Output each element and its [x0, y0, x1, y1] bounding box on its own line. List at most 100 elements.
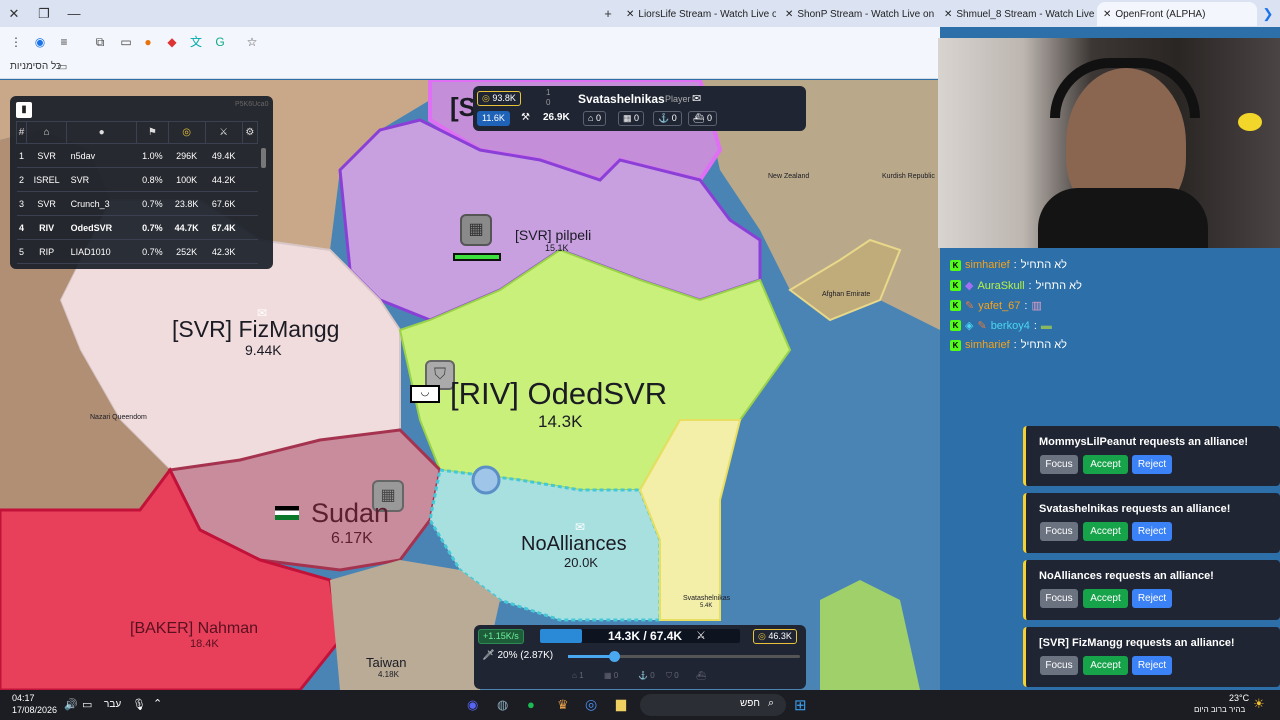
gold-header-icon[interactable]: ◎	[167, 121, 206, 144]
workers-icon: ⚒	[521, 112, 530, 123]
close-window-icon[interactable]: ✕	[4, 4, 24, 24]
map-troops-noalliances: 20.0K	[564, 555, 598, 570]
table-row[interactable]: 2 ISREL SVR 0.8% 100K 44.2K	[16, 167, 258, 192]
grammarly-icon[interactable]: G	[212, 34, 228, 50]
reject-button[interactable]: Reject	[1132, 455, 1172, 474]
media-icon[interactable]: ≡	[56, 34, 72, 50]
tray-expand-icon[interactable]: ⌃	[153, 697, 162, 710]
network-icon[interactable]: ▭	[82, 698, 92, 711]
message-icon[interactable]: ✉	[692, 92, 701, 105]
extensions-icon[interactable]: ⧉	[92, 34, 108, 50]
troop-bar-fill	[540, 629, 582, 643]
leaderboard-scrollbar[interactable]	[261, 148, 266, 168]
chrome-icon[interactable]: ◎	[585, 696, 597, 713]
focus-button[interactable]: Focus	[1040, 455, 1078, 474]
extension-red-icon[interactable]: ◆	[164, 34, 180, 50]
troops-header-icon[interactable]: ⚔	[204, 121, 243, 144]
restore-window-icon[interactable]: ❐	[34, 4, 54, 24]
microphone-icon[interactable]: 🎙	[132, 698, 146, 711]
focus-button[interactable]: Focus	[1040, 522, 1078, 541]
build-port-count[interactable]: ⚓ 0	[638, 671, 655, 680]
accept-button[interactable]: Accept	[1083, 455, 1128, 474]
player-name: Svatashelnikas	[578, 92, 665, 106]
all-bookmarks-label[interactable]: כל הסימניות	[10, 61, 61, 72]
app-icon[interactable]: ♛	[557, 697, 569, 713]
extension-orange-icon[interactable]: ●	[140, 34, 156, 50]
focus-button[interactable]: Focus	[1040, 589, 1078, 608]
badge-icon: ◆	[965, 280, 974, 292]
bookmark-star-icon[interactable]: ☆	[244, 34, 260, 50]
table-row-current-player[interactable]: 4 RIV OdedSVR 0.7% 44.7K 67.4K	[16, 215, 258, 240]
search-placeholder: חפש	[740, 698, 760, 709]
build-factory-count[interactable]: ▦ 0	[604, 671, 618, 680]
city-count: ⌂ 0	[583, 111, 606, 126]
leaderboard-panel: ▮ P5K6Uca0 # ⌂ ● ⚑ ◎ ⚔ ⚙ 1 SVR n5dav 1.0% 29…	[10, 96, 273, 269]
map-troops-odedsvr: 14.3K	[538, 412, 583, 431]
tab-scroll-icon[interactable]: ❯	[1258, 4, 1278, 24]
badge-icon: ✎	[965, 300, 975, 312]
small-count-top: 1	[546, 88, 551, 97]
alliance-request: NoAlliances requests an alliance! Focus …	[1023, 560, 1280, 620]
map-label-nazari: Nazari Queendom	[90, 414, 147, 421]
close-tab-icon[interactable]: ✕	[1103, 9, 1111, 20]
attack-slider-handle[interactable]	[609, 651, 621, 662]
minimize-window-icon[interactable]: —	[64, 4, 84, 24]
weather-desc[interactable]: בהיר ברוב היום	[1194, 705, 1245, 714]
accept-button[interactable]: Accept	[1083, 522, 1128, 541]
file-explorer-icon[interactable]: ▆	[616, 696, 626, 712]
clock-time[interactable]: 04:17	[12, 693, 35, 703]
taskbar-search[interactable]: חפש ⌕	[640, 694, 786, 716]
accept-button[interactable]: Accept	[1083, 589, 1128, 608]
close-tab-icon[interactable]: ✕	[785, 9, 793, 20]
close-tab-icon[interactable]: ✕	[626, 9, 634, 20]
clock-date[interactable]: 17/08/2026	[12, 705, 57, 715]
clan-header-icon[interactable]: ⌂	[26, 121, 68, 144]
build-city-count[interactable]: ⌂ 1	[572, 671, 584, 680]
tab-shonp[interactable]: ✕ShonP Stream - Watch Live onK	[779, 2, 935, 26]
cast-icon[interactable]: ▭	[118, 34, 134, 50]
map-troops-svatashelnikas: 5.4K	[700, 603, 713, 609]
attack-slider-fill	[568, 655, 615, 658]
language-indicator[interactable]: עבר	[104, 699, 121, 710]
alliance-request: MommysLilPeanut requests an alliance! Fo…	[1023, 426, 1280, 486]
profile-icon[interactable]: ◉	[32, 34, 48, 50]
tab-shmuel[interactable]: ✕Shmuel_8 Stream - Watch LiveK	[938, 2, 1094, 26]
steam-icon[interactable]: ◍	[497, 697, 508, 713]
badge-icon: ◈	[965, 320, 974, 332]
build-warship-icon[interactable]: ⛴	[696, 671, 706, 680]
leaderboard-toggle-icon[interactable]: ▮	[16, 102, 32, 118]
reject-button[interactable]: Reject	[1132, 589, 1172, 608]
map-label-noalliances: NoAlliances	[521, 533, 627, 555]
tab-openfront[interactable]: ✕ OpenFront (ALPHA)	[1097, 2, 1257, 26]
attack-slider[interactable]	[568, 651, 800, 662]
menu-icon[interactable]: ⋮	[8, 34, 24, 50]
territory-header-icon[interactable]: ⚑	[136, 121, 169, 144]
reject-button[interactable]: Reject	[1132, 656, 1172, 675]
close-tab-icon[interactable]: ✕	[944, 9, 952, 20]
discord-icon[interactable]: ◉	[467, 697, 478, 713]
table-row[interactable]: 3 SVR Crunch_3 0.7% 23.8K 67.6K	[16, 191, 258, 216]
sudan-flag-icon	[275, 506, 299, 520]
bookmarks-bar: כל הסימניות ▭	[0, 57, 940, 79]
settings-header-icon[interactable]: ⚙	[241, 121, 259, 144]
focus-button[interactable]: Focus	[1040, 656, 1078, 675]
volume-icon[interactable]: 🔊	[64, 698, 78, 711]
player-header-icon[interactable]: ●	[66, 121, 138, 144]
windows-start-icon[interactable]: ⊞	[794, 696, 807, 714]
player-gold: ◎ 93.8K	[477, 91, 521, 106]
spotify-icon[interactable]: ●	[527, 697, 535, 712]
troop-rate: +1.15K/s	[478, 629, 524, 644]
map-label-new-zealand: New Zealand	[768, 173, 810, 180]
weather-temp[interactable]: 23°C	[1229, 693, 1249, 703]
translate-icon[interactable]: 文	[188, 34, 204, 50]
table-row[interactable]: 1 SVR n5dav 1.0% 296K 49.4K	[16, 143, 258, 168]
badge-icon: ✎	[977, 320, 987, 332]
accept-button[interactable]: Accept	[1083, 656, 1128, 675]
new-tab-icon[interactable]: +	[598, 4, 618, 24]
factory-icon[interactable]: ▦	[460, 214, 492, 246]
tab-liorslife[interactable]: ✕LiorsLife Stream - Watch Live onK	[620, 2, 776, 26]
map-troops-nahman: 18.4K	[190, 638, 219, 650]
build-defense-count[interactable]: ⛉ 0	[666, 671, 679, 681]
table-row[interactable]: 5 RIP LIAD1010 0.7% 252K 42.3K	[16, 239, 258, 264]
reject-button[interactable]: Reject	[1132, 522, 1172, 541]
